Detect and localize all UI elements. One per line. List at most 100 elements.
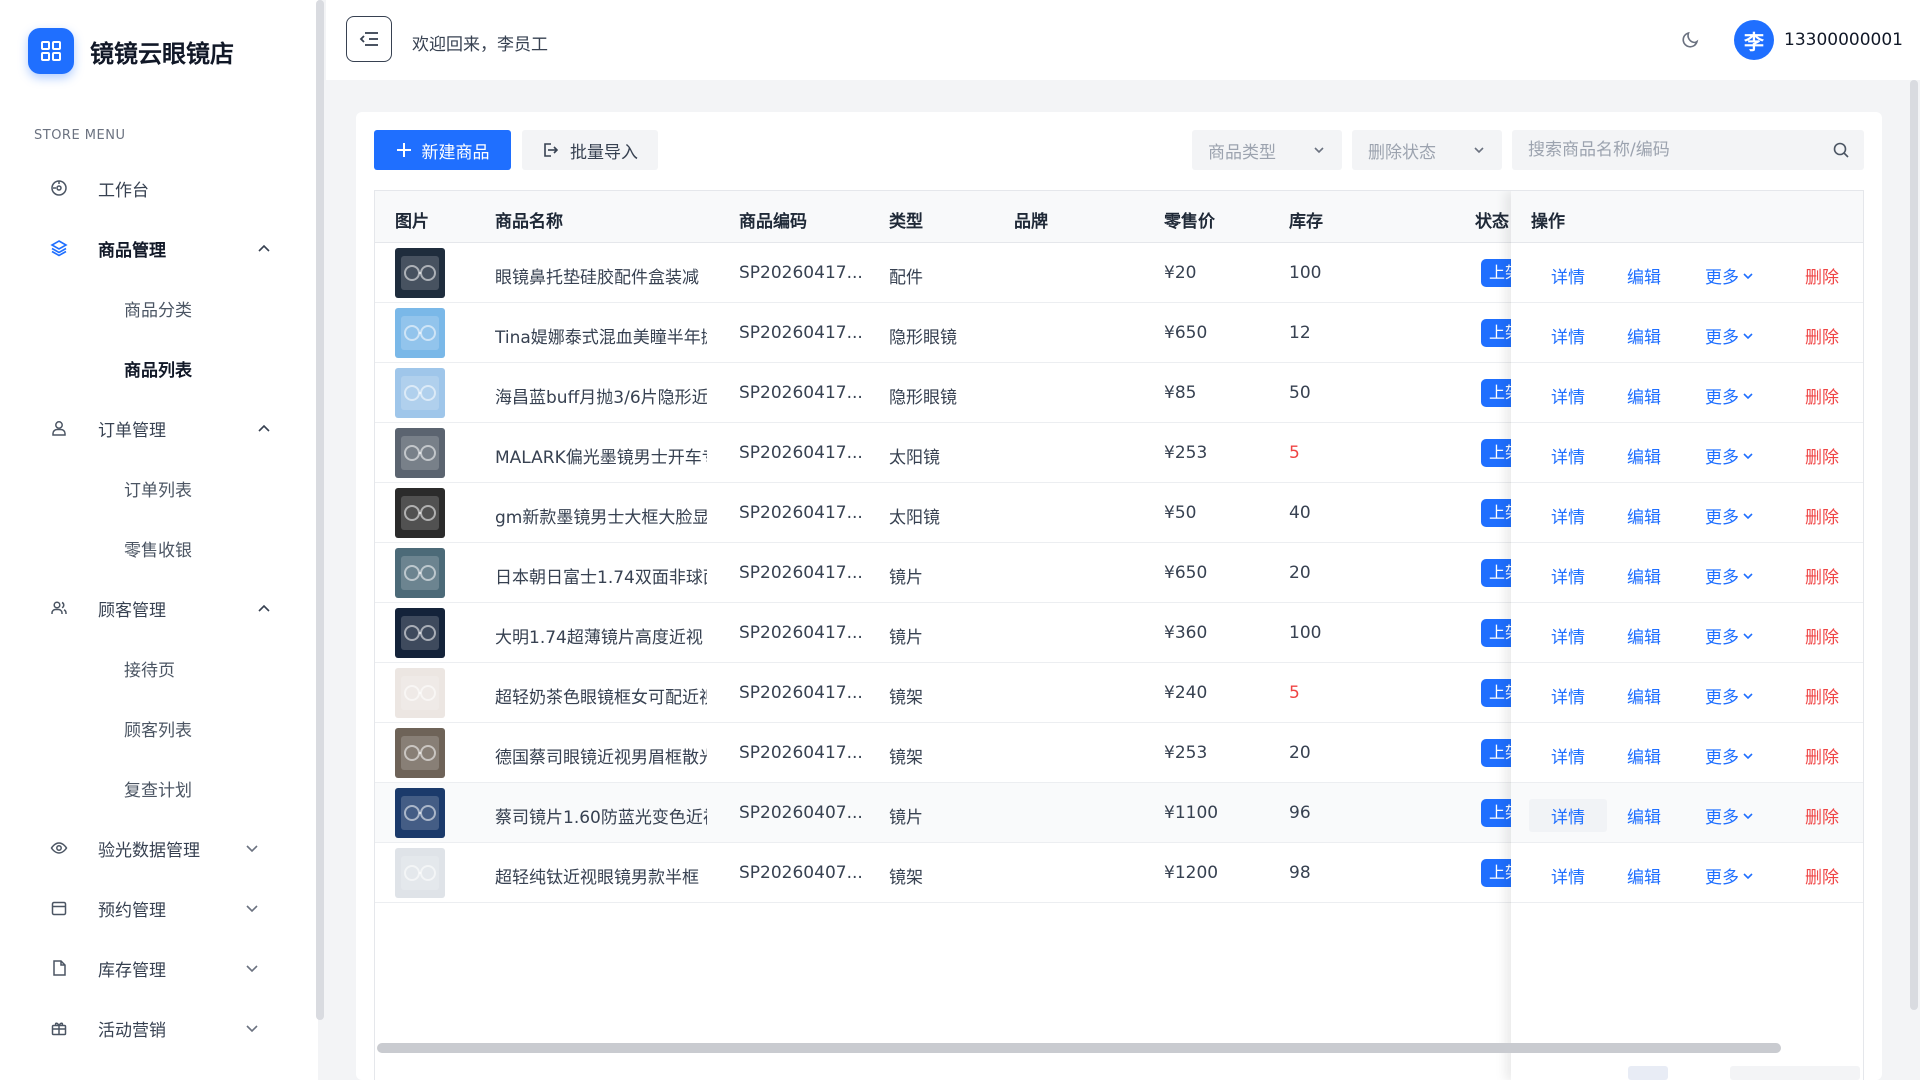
sidebar-subitem[interactable]: 商品列表 bbox=[24, 338, 294, 398]
more-dropdown[interactable]: 更多 bbox=[1705, 323, 1755, 348]
delete-link[interactable]: 删除 bbox=[1805, 683, 1839, 708]
sidebar-item[interactable]: 订单管理 bbox=[24, 398, 294, 458]
more-dropdown[interactable]: 更多 bbox=[1705, 803, 1755, 828]
product-thumbnail[interactable] bbox=[395, 608, 445, 658]
avatar[interactable]: 李 bbox=[1734, 20, 1774, 60]
delete-link[interactable]: 删除 bbox=[1805, 383, 1839, 408]
brand[interactable]: 镜镜云眼镜店 bbox=[28, 28, 234, 74]
batch-import-button[interactable]: 批量导入 bbox=[522, 130, 658, 170]
sidebar-item[interactable]: 活动营销 bbox=[24, 998, 294, 1058]
pagination-hint[interactable] bbox=[1628, 1066, 1668, 1080]
product-name: MALARK偏光墨镜男士开车专用 bbox=[495, 448, 707, 468]
sidebar-item[interactable]: 工作台 bbox=[24, 158, 294, 218]
sidebar-item[interactable]: 商品管理 bbox=[24, 218, 294, 278]
more-dropdown[interactable]: 更多 bbox=[1705, 563, 1755, 588]
detail-link[interactable]: 详情 bbox=[1529, 799, 1607, 832]
delete-link[interactable]: 删除 bbox=[1805, 563, 1839, 588]
table-horizontal-scrollbar[interactable] bbox=[377, 1043, 1781, 1053]
detail-link[interactable]: 详情 bbox=[1551, 563, 1585, 588]
detail-link[interactable]: 详情 bbox=[1551, 383, 1585, 408]
more-label: 更多 bbox=[1705, 328, 1739, 348]
sidebar-scrollbar[interactable] bbox=[316, 0, 324, 1020]
delete-link[interactable]: 删除 bbox=[1805, 263, 1839, 288]
edit-link[interactable]: 编辑 bbox=[1627, 563, 1661, 588]
actions-column: 操作 详情 编辑 更多 删除 详情 编辑 更多 删除 详情 编辑 更多 删除 详情 编辑 更多 删除 详情 编辑更… bbox=[1511, 191, 1863, 1080]
sidebar-subitem[interactable]: 顾客列表 bbox=[24, 698, 294, 758]
delete-link[interactable]: 删除 bbox=[1805, 443, 1839, 468]
search-icon[interactable] bbox=[1832, 141, 1850, 159]
more-dropdown[interactable]: 更多 bbox=[1705, 443, 1755, 468]
collapse-sidebar-button[interactable] bbox=[346, 16, 392, 62]
sidebar-subitem[interactable]: 复查计划 bbox=[24, 758, 294, 818]
detail-link[interactable]: 详情 bbox=[1551, 263, 1585, 288]
more-label: 更多 bbox=[1705, 808, 1739, 828]
more-dropdown[interactable]: 更多 bbox=[1705, 623, 1755, 648]
detail-link[interactable]: 详情 bbox=[1551, 503, 1585, 528]
detail-link[interactable]: 详情 bbox=[1551, 443, 1585, 468]
more-dropdown[interactable]: 更多 bbox=[1705, 863, 1755, 888]
product-thumbnail[interactable] bbox=[395, 728, 445, 778]
chevron-down-icon bbox=[1743, 752, 1753, 759]
detail-link[interactable]: 详情 bbox=[1551, 623, 1585, 648]
chevron-down-icon bbox=[1743, 272, 1753, 279]
detail-link[interactable]: 详情 bbox=[1551, 743, 1585, 768]
product-thumbnail[interactable] bbox=[395, 248, 445, 298]
product-name: 超轻纯钛近视眼镜男款半框 bbox=[495, 868, 699, 888]
edit-link[interactable]: 编辑 bbox=[1627, 503, 1661, 528]
delete-link[interactable]: 删除 bbox=[1805, 803, 1839, 828]
edit-link[interactable]: 编辑 bbox=[1627, 383, 1661, 408]
product-thumbnail[interactable] bbox=[395, 428, 445, 478]
delete-status-select[interactable]: 删除状态 bbox=[1352, 130, 1502, 170]
product-thumbnail[interactable] bbox=[395, 488, 445, 538]
edit-link[interactable]: 编辑 bbox=[1627, 683, 1661, 708]
product-code: SP20260417... bbox=[739, 263, 863, 283]
delete-link[interactable]: 删除 bbox=[1805, 503, 1839, 528]
sidebar-item[interactable]: 验光数据管理 bbox=[24, 818, 294, 878]
page-scrollbar[interactable] bbox=[1910, 80, 1918, 1010]
sidebar-subitem[interactable]: 订单列表 bbox=[24, 458, 294, 518]
search-box bbox=[1512, 130, 1864, 170]
detail-link[interactable]: 详情 bbox=[1551, 683, 1585, 708]
delete-link[interactable]: 删除 bbox=[1805, 623, 1839, 648]
sidebar-item[interactable]: 顾客管理 bbox=[24, 578, 294, 638]
product-thumbnail[interactable] bbox=[395, 848, 445, 898]
edit-link[interactable]: 编辑 bbox=[1627, 803, 1661, 828]
product-thumbnail[interactable] bbox=[395, 308, 445, 358]
more-dropdown[interactable]: 更多 bbox=[1705, 503, 1755, 528]
sidebar-subitem[interactable]: 零售收银 bbox=[24, 518, 294, 578]
sidebar-item[interactable]: 预约管理 bbox=[24, 878, 294, 938]
chevron-up-icon bbox=[258, 424, 270, 432]
sidebar-subitem[interactable]: 接待页 bbox=[24, 638, 294, 698]
product-thumbnail[interactable] bbox=[395, 788, 445, 838]
page-size-hint[interactable] bbox=[1730, 1066, 1860, 1080]
product-thumbnail[interactable] bbox=[395, 548, 445, 598]
edit-link[interactable]: 编辑 bbox=[1627, 323, 1661, 348]
edit-link[interactable]: 编辑 bbox=[1627, 863, 1661, 888]
new-product-button[interactable]: 新建商品 bbox=[374, 130, 511, 170]
chevron-down-icon bbox=[1743, 632, 1753, 639]
eye-icon bbox=[48, 837, 70, 859]
edit-link[interactable]: 编辑 bbox=[1627, 263, 1661, 288]
more-dropdown[interactable]: 更多 bbox=[1705, 263, 1755, 288]
delete-status-select-value: 删除状态 bbox=[1368, 142, 1436, 163]
more-dropdown[interactable]: 更多 bbox=[1705, 743, 1755, 768]
delete-link[interactable]: 删除 bbox=[1805, 743, 1839, 768]
search-input[interactable] bbox=[1512, 140, 1812, 160]
product-thumbnail[interactable] bbox=[395, 668, 445, 718]
detail-link[interactable]: 详情 bbox=[1551, 323, 1585, 348]
edit-link[interactable]: 编辑 bbox=[1627, 443, 1661, 468]
product-type-select[interactable]: 商品类型 bbox=[1192, 130, 1342, 170]
edit-link[interactable]: 编辑 bbox=[1627, 623, 1661, 648]
sidebar-item[interactable]: 库存管理 bbox=[24, 938, 294, 998]
edit-link[interactable]: 编辑 bbox=[1627, 743, 1661, 768]
moon-icon[interactable] bbox=[1680, 28, 1702, 50]
sidebar-subitem[interactable]: 商品分类 bbox=[24, 278, 294, 338]
delete-link[interactable]: 删除 bbox=[1805, 863, 1839, 888]
more-dropdown[interactable]: 更多 bbox=[1705, 683, 1755, 708]
delete-link[interactable]: 删除 bbox=[1805, 323, 1839, 348]
detail-link[interactable]: 详情 bbox=[1551, 863, 1585, 888]
product-thumbnail[interactable] bbox=[395, 368, 445, 418]
user-phone[interactable]: 13300000001 bbox=[1784, 30, 1903, 50]
more-dropdown[interactable]: 更多 bbox=[1705, 383, 1755, 408]
product-stock: 96 bbox=[1289, 803, 1311, 823]
